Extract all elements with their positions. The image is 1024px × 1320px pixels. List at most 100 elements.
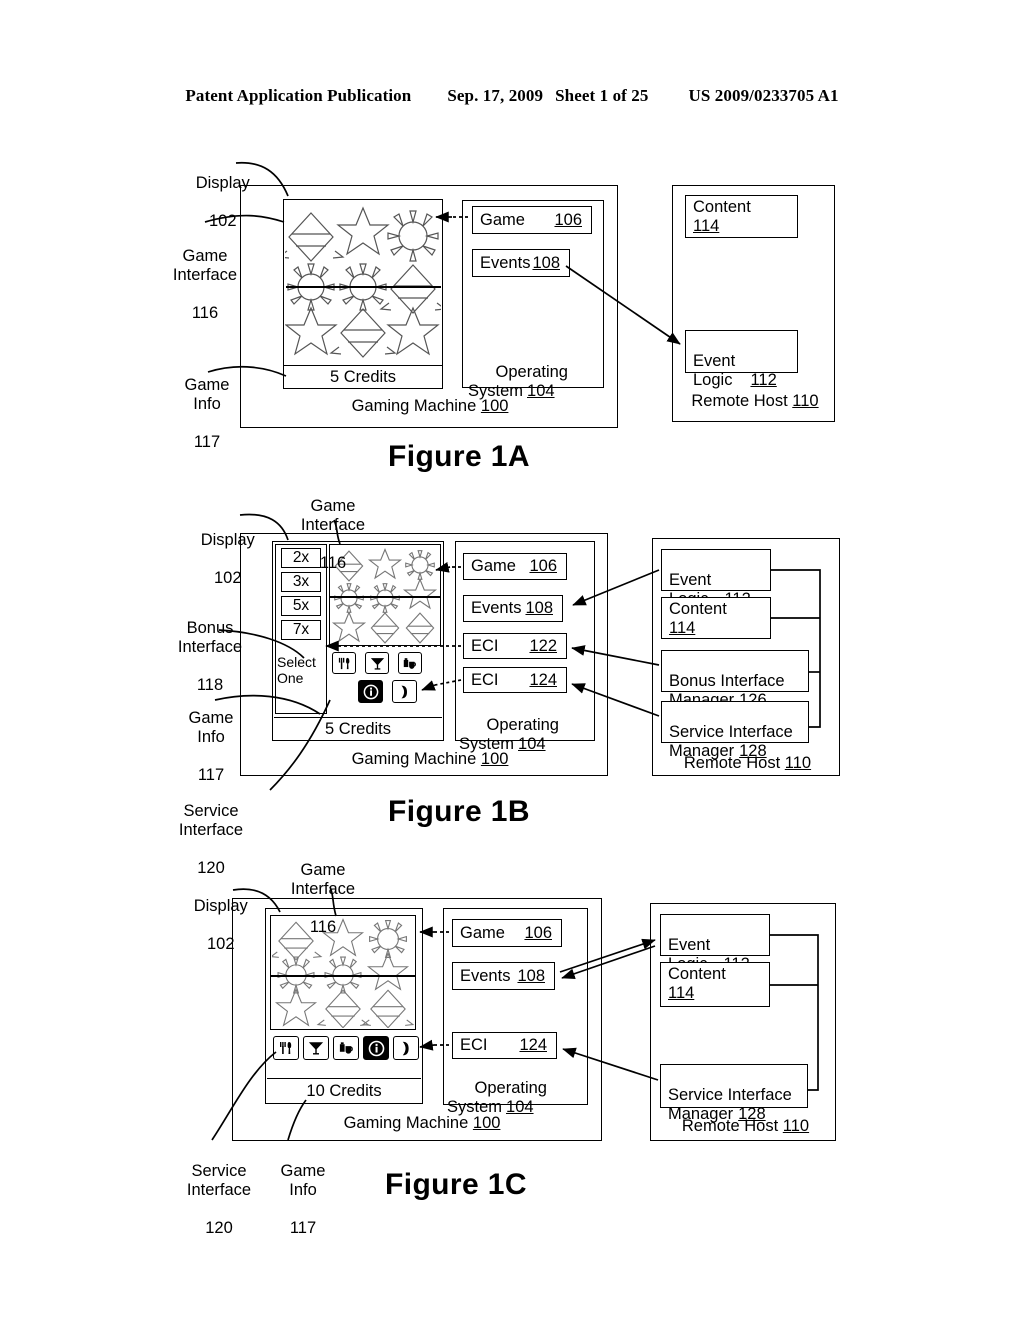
game-interface-callout-text-1a: Game Interface [172,247,238,284]
block-events-num-1b: 108 [525,599,553,617]
game-interface-callout-num-1c: 116 [309,918,337,936]
game-info-callout-text-1a: Game Info [184,376,230,413]
block-eci124-num-1c: 124 [519,1036,547,1054]
remote-host-num-1b: 110 [784,753,812,772]
game-info-1a: 5 Credits [284,365,442,388]
coffee-icon-button-1c[interactable] [333,1036,359,1060]
game-info-callout-num-1c: 117 [289,1219,317,1237]
block-game-1a: Game 106 [472,206,592,234]
game-info-callout-num-1b: 117 [197,766,225,784]
payline-1c [271,975,415,978]
display-callout-text-1c: Display [193,897,248,915]
block-game-num-1c: 106 [524,923,552,942]
block-content-label-1b: Content [669,600,727,618]
header-publication: Patent Application Publication [185,86,412,105]
gaming-machine-text-1b: Gaming Machine [351,749,477,768]
service-interface-callout-text-1b: Service Interface [178,802,244,839]
display-callout-num-1c: 102 [206,935,235,953]
header-date: Sep. 17, 2009 [447,86,544,105]
figure-caption-1c: Figure 1C [385,1168,527,1201]
remote-host-num-1a: 110 [792,391,819,410]
os-num-1b: 104 [518,735,546,753]
display-callout-text-1b: Display [200,531,255,549]
game-interface-callout-text-1b: Game Interface [300,497,366,534]
phone-icon-button-1c[interactable] [393,1036,419,1060]
coffee-icon-button-1b[interactable] [398,652,422,674]
info-icon-button-1b[interactable] [358,680,383,703]
service-interface-callout-num-1b: 120 [197,859,225,877]
block-events-label-1c: Events [460,966,511,985]
block-events-label-1b: Events [471,599,522,617]
block-content-label-1a: Content [693,198,751,216]
game-info-1c: 10 Credits [267,1078,421,1103]
block-events-num-1a: 108 [532,253,560,272]
block-content-1c: Content 114 [660,962,770,1007]
multiplier-3x[interactable]: 3x [281,572,321,592]
game-interface-callout-1c: Game Interface 116 [268,842,378,937]
operating-system-label-1a: Operating System 104 [468,344,598,420]
game-info-callout-1c: Game Info 117 [258,1143,348,1238]
patent-figure-sheet: Patent Application Publication Sep. 17, … [0,0,1024,1320]
multiplier-3x-label: 3x [292,573,310,590]
block-eci-124-1c: ECI 124 [452,1032,557,1059]
multiplier-5x[interactable]: 5x [281,596,321,616]
game-info-callout-1a: Game Info 117 [160,357,254,452]
header-patent-number: US 2009/0233705 A1 [688,86,839,105]
block-eci-124-1b: ECI 124 [463,667,567,693]
multiplier-7x[interactable]: 7x [281,620,321,640]
block-eci122-label-1b: ECI [471,636,499,655]
game-info-1b: 5 Credits [274,717,442,740]
game-info-callout-text-1c: Game Info [280,1162,326,1199]
block-eci124-label-1b: ECI [471,670,499,689]
info-icon-button-1c[interactable] [363,1036,389,1060]
multiplier-7x-label: 7x [292,621,310,638]
block-events-label-1a: Events [480,253,531,272]
block-event-logic-1a: Event Logic 112 [685,330,798,389]
bonus-interface-callout-text-1b: Bonus Interface [177,619,243,656]
block-event-logic-1b: Event Logic112 [661,549,771,608]
block-content-num-1b: 114 [669,619,696,637]
figure-caption-1a: Figure 1A [388,440,530,473]
block-eci122-num-1b: 122 [529,636,557,655]
service-interface-callout-1b: Service Interface 120 [155,783,267,878]
block-game-label-1a: Game [480,210,525,229]
remote-host-text-1c: Remote Host [681,1116,779,1135]
os-num-1a: 104 [527,382,555,400]
select-one-label-1b: Select One [277,654,316,686]
remote-host-label-1c: Remote Host 110 [658,1115,833,1137]
remote-host-text-1a: Remote Host [691,391,788,410]
game-interface-callout-1a: Game Interface 116 [152,228,258,323]
block-event-logic-1c: Event Logic112 [660,914,770,973]
payline-1a [286,286,441,289]
block-service-manager-1c: Service Interface Manager 128 [660,1064,808,1123]
block-game-num-1b: 106 [529,557,557,575]
block-game-label-1b: Game [471,557,516,575]
block-events-1c: Events 108 [452,962,555,990]
block-content-label-1c: Content [668,965,726,983]
game-interface-callout-1b: Game Interface 116 [278,478,388,573]
game-info-callout-1b: Game Info 117 [163,690,259,785]
phone-icon-button-1b[interactable] [392,680,417,703]
block-events-num-1c: 108 [517,966,545,985]
block-eci124-label-1c: ECI [460,1036,488,1054]
cutlery-icon-button-1b[interactable] [332,652,356,674]
bonus-interface-callout-1b: Bonus Interface 118 [155,600,265,695]
operating-system-label-1b: Operating System 104 [459,697,593,773]
cocktail-icon-button-1c[interactable] [303,1036,329,1060]
remote-host-num-1c: 110 [782,1116,810,1135]
cutlery-icon-button-1c[interactable] [273,1036,299,1060]
block-bonus-manager-1b: Bonus Interface Manager 126 [661,650,809,709]
game-info-callout-num-1a: 117 [193,433,221,451]
cocktail-icon-button-1b[interactable] [365,652,389,674]
block-game-1c: Game 106 [452,919,562,947]
multiplier-5x-label: 5x [292,597,310,614]
block-content-1a: Content 114 [685,195,798,238]
block-event-logic-num-1a: 112 [750,371,777,389]
game-info-callout-text-1b: Game Info [188,709,234,746]
block-eci-122-1b: ECI 122 [463,633,567,659]
display-callout-1b: Display 102 [165,512,263,607]
game-interface-reels-1a [285,201,441,364]
block-events-1b: Events 108 [463,595,563,622]
header-sheet: Sheet 1 of 25 [555,86,649,105]
display-callout-num-1b: 102 [213,569,242,587]
